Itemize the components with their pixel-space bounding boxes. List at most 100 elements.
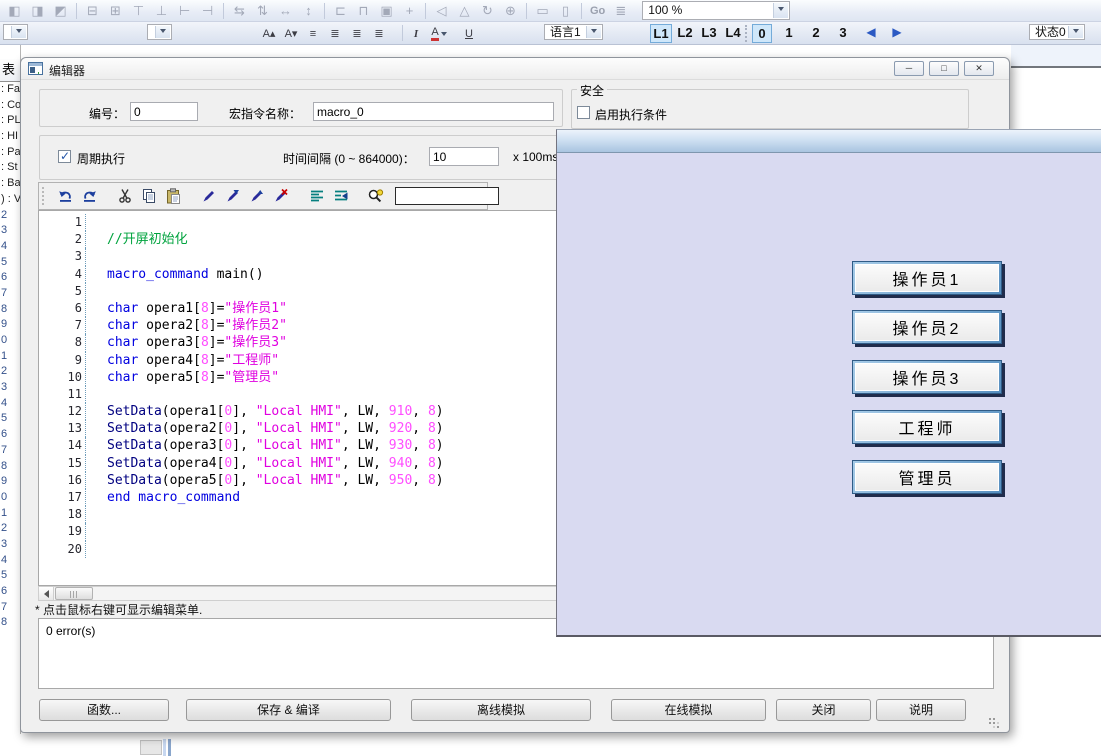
- admin-button[interactable]: 管理员: [852, 460, 1002, 494]
- copy-icon[interactable]: [139, 187, 159, 205]
- panel-item[interactable]: : HI: [0, 129, 20, 145]
- font-color-icon[interactable]: A: [428, 24, 450, 43]
- panel-item[interactable]: 3: [0, 223, 20, 239]
- next-bookmark-icon[interactable]: [223, 187, 243, 205]
- group-icon[interactable]: ▭: [531, 1, 554, 20]
- language-select[interactable]: 语言1: [544, 24, 603, 40]
- layer-tab-l2[interactable]: L2: [674, 24, 696, 43]
- panel-item[interactable]: ) : V: [0, 192, 20, 208]
- panel-item[interactable]: : PL: [0, 113, 20, 129]
- close-button[interactable]: 关闭: [776, 699, 871, 721]
- panel-item[interactable]: 8: [0, 459, 20, 475]
- goto-line-icon[interactable]: [331, 187, 351, 205]
- align-left-icon[interactable]: ⊢: [173, 1, 196, 20]
- align-right-icon[interactable]: ⊣: [196, 1, 219, 20]
- merge-icon[interactable]: ◩: [49, 1, 72, 20]
- chevron-down-icon[interactable]: [1068, 26, 1083, 38]
- pin-icon[interactable]: ⊕: [499, 1, 522, 20]
- object-frame-select[interactable]: [147, 24, 172, 40]
- same-width-icon[interactable]: ⊏: [329, 1, 352, 20]
- online-sim-button[interactable]: 在线模拟: [611, 699, 766, 721]
- simulation-titlebar[interactable]: [557, 130, 1101, 153]
- redo-icon[interactable]: [79, 187, 99, 205]
- bring-front-icon[interactable]: ◨: [26, 1, 49, 20]
- state-tab-2[interactable]: 2: [806, 24, 826, 43]
- panel-tab[interactable]: 表: [0, 59, 20, 82]
- engineer-button[interactable]: 工程师: [852, 410, 1002, 444]
- panel-item[interactable]: : Pa: [0, 145, 20, 161]
- panel-item[interactable]: 4: [0, 239, 20, 255]
- interval-input[interactable]: [429, 147, 499, 166]
- enable-condition-checkbox[interactable]: [577, 106, 590, 119]
- state-tab-3[interactable]: 3: [833, 24, 853, 43]
- panel-item[interactable]: 5: [0, 411, 20, 427]
- nudge-icon[interactable]: +: [398, 1, 421, 20]
- panel-item[interactable]: 0: [0, 490, 20, 506]
- ungroup-icon[interactable]: ▯: [554, 1, 577, 20]
- resize-grip[interactable]: [989, 718, 991, 720]
- panel-item[interactable]: 3: [0, 537, 20, 553]
- panel-item[interactable]: 1: [0, 506, 20, 522]
- find-input[interactable]: [395, 187, 499, 205]
- panel-item[interactable]: 2: [0, 521, 20, 537]
- panel-item[interactable]: 1: [0, 349, 20, 365]
- panel-item[interactable]: 8: [0, 302, 20, 318]
- periodic-checkbox[interactable]: [58, 150, 71, 163]
- panel-item[interactable]: 9: [0, 317, 20, 333]
- panel-item[interactable]: : Fa: [0, 82, 20, 98]
- undo-icon[interactable]: [55, 187, 75, 205]
- align-text-center-icon[interactable]: ≣: [346, 24, 368, 43]
- same-size-icon[interactable]: ▣: [375, 1, 398, 20]
- state-select[interactable]: 状态0: [1029, 24, 1085, 40]
- operator-2-button[interactable]: 操作员2: [852, 310, 1002, 344]
- panel-item[interactable]: 0: [0, 333, 20, 349]
- prev-state-icon[interactable]: ◀: [862, 25, 880, 39]
- font-larger-icon[interactable]: A▴: [258, 24, 280, 43]
- underline-icon[interactable]: U: [458, 24, 480, 43]
- panel-item[interactable]: 2: [0, 208, 20, 224]
- help-button[interactable]: 说明: [876, 699, 966, 721]
- panel-item[interactable]: 6: [0, 584, 20, 600]
- same-height-icon[interactable]: ⊓: [352, 1, 375, 20]
- space-down-icon[interactable]: ↕: [297, 1, 320, 20]
- zoom-level-select[interactable]: 100 %: [642, 1, 790, 20]
- panel-item[interactable]: 7: [0, 443, 20, 459]
- find-icon[interactable]: [365, 187, 385, 205]
- font-smaller-icon[interactable]: A▾: [280, 24, 302, 43]
- macro-id-input[interactable]: [130, 102, 198, 121]
- flip-h-icon[interactable]: ◁: [430, 1, 453, 20]
- align-hcenter-icon[interactable]: ⊞: [104, 1, 127, 20]
- panel-item[interactable]: 4: [0, 553, 20, 569]
- wrap-text-icon[interactable]: ≡: [302, 24, 324, 43]
- align-vcenter-icon[interactable]: ⊟: [81, 1, 104, 20]
- state-tab-1[interactable]: 1: [779, 24, 799, 43]
- panel-item[interactable]: 7: [0, 286, 20, 302]
- rotate-icon[interactable]: ↻: [476, 1, 499, 20]
- paste-icon[interactable]: [163, 187, 183, 205]
- layer-tab-l4[interactable]: L4: [722, 24, 744, 43]
- prev-bookmark-icon[interactable]: [247, 187, 267, 205]
- scroll-left-icon[interactable]: [39, 587, 54, 600]
- titlebar-minimize-button[interactable]: ─: [894, 61, 924, 76]
- dialog-titlebar[interactable]: 编辑器 ─□✕: [21, 58, 1009, 80]
- clear-bookmarks-icon[interactable]: [271, 187, 291, 205]
- operator-3-button[interactable]: 操作员3: [852, 360, 1002, 394]
- chevron-down-icon[interactable]: [773, 3, 788, 18]
- go-button[interactable]: Go: [590, 5, 605, 17]
- state-tab-0[interactable]: 0: [752, 24, 772, 43]
- chevron-down-icon[interactable]: [155, 26, 170, 38]
- italic-icon[interactable]: I: [405, 24, 427, 43]
- panel-item[interactable]: 5: [0, 255, 20, 271]
- panel-item[interactable]: 9: [0, 474, 20, 490]
- scrollbar-thumb[interactable]: [55, 587, 93, 600]
- object-shape-select[interactable]: [3, 24, 28, 40]
- send-back-icon[interactable]: ◧: [3, 1, 26, 20]
- toolbar-grip[interactable]: [42, 187, 45, 205]
- chevron-down-icon[interactable]: [11, 26, 26, 38]
- align-text-right-icon[interactable]: ≣: [368, 24, 390, 43]
- layer-tab-l1[interactable]: L1: [650, 24, 672, 43]
- panel-item[interactable]: 8: [0, 615, 20, 631]
- panel-item[interactable]: : Ba: [0, 176, 20, 192]
- flip-v-icon[interactable]: △: [453, 1, 476, 20]
- next-state-icon[interactable]: ▶: [888, 25, 906, 39]
